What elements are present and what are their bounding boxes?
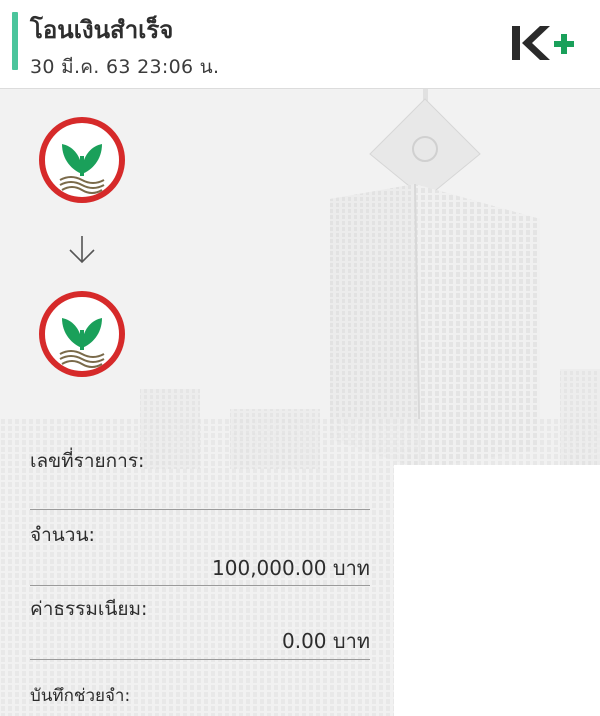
memo-label: บันทึกช่วยจำ: xyxy=(30,686,131,706)
sender-bank-logo-icon xyxy=(39,117,125,203)
divider xyxy=(30,659,370,660)
divider xyxy=(30,585,370,586)
kplus-logo-icon xyxy=(512,26,574,60)
accent-bar xyxy=(12,12,18,70)
receipt-header: โอนเงินสำเร็จ 30 มี.ค. 63 23:06 น. xyxy=(0,0,600,88)
arrow-down-icon xyxy=(69,236,95,264)
fee-value: 0.00 บาท xyxy=(282,629,370,653)
fee-label: ค่าธรรมเนียม: xyxy=(30,598,148,620)
amount-label: จำนวน: xyxy=(30,524,95,546)
divider xyxy=(30,509,370,510)
transaction-datetime: 30 มี.ค. 63 23:06 น. xyxy=(30,56,220,78)
reference-label: เลขที่รายการ: xyxy=(30,450,145,472)
page-title: โอนเงินสำเร็จ xyxy=(30,16,174,44)
amount-value: 100,000.00 บาท xyxy=(212,556,370,580)
recipient-bank-logo-icon xyxy=(39,291,125,377)
overlay-block xyxy=(394,465,600,716)
